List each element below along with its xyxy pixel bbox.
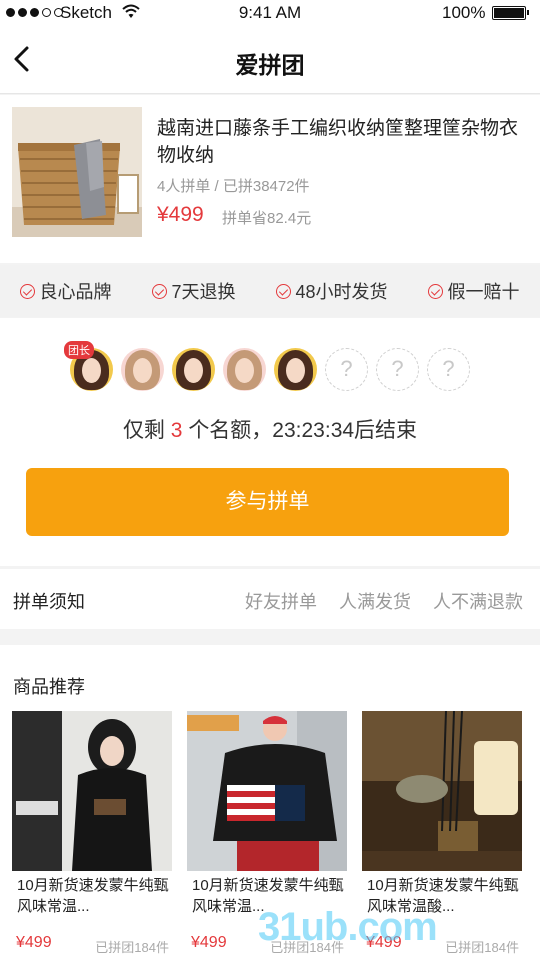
rule-item: 好友拼单 (245, 592, 317, 612)
rules-items: 好友拼单 人满发货 人不满退款 (245, 588, 523, 614)
check-circle-icon (20, 283, 36, 299)
navigation-bar: 爱拼团 (0, 26, 540, 94)
group-saving: 拼单省82.4元 (222, 210, 312, 227)
group-buy-info: 4人拼单 / 已拼38472件 (157, 178, 310, 195)
member-avatars: 团长 ? ? ? (64, 341, 470, 391)
group-buy-section: 团长 ? ? ? 仅剩 3 个名额，23:23:34后结束 参与拼单 (0, 318, 540, 566)
product-thumbnail[interactable] (362, 711, 522, 871)
guarantee-item: 假一赔十 (428, 278, 519, 304)
empty-slot-icon: ? (325, 348, 368, 391)
join-group-button[interactable]: 参与拼单 (26, 468, 509, 536)
check-circle-icon (152, 283, 168, 299)
status-bar: Sketch 9:41 AM 100% (0, 0, 540, 26)
avatar[interactable] (223, 348, 266, 391)
product-thumbnail[interactable] (12, 711, 172, 871)
page-title: 爱拼团 (235, 52, 305, 78)
remaining-slots-text: 仅剩 3 个名额，23:23:34后结束 (122, 419, 418, 442)
avatar[interactable] (172, 348, 215, 391)
check-circle-icon (428, 283, 444, 299)
battery-icon (492, 6, 529, 20)
service-guarantees: 良心品牌 7天退换 48小时发货 假一赔十 (0, 265, 540, 317)
battery-percent: 100% (442, 3, 486, 22)
recommended-product-sold: 已拼团184件 (95, 940, 169, 955)
rules-label: 拼单须知 (13, 592, 85, 612)
check-circle-icon (276, 283, 292, 299)
avatar[interactable] (121, 348, 164, 391)
recommended-product-price: ¥499 (16, 934, 52, 951)
avatar[interactable] (274, 348, 317, 391)
recommended-product-sold: 已拼团184件 (445, 940, 519, 955)
product-thumbnail[interactable] (187, 711, 347, 871)
group-rules-row[interactable]: 拼单须知 好友拼单 人满发货 人不满退款 (0, 569, 540, 629)
recommended-product-name: 10月新货速发蒙牛纯甄风味常温... (17, 877, 169, 915)
watermark: 31ub.com (258, 905, 438, 949)
rule-item: 人满发货 (339, 592, 411, 612)
recommended-product-price: ¥499 (191, 934, 227, 951)
leader-badge: 团长 (64, 341, 94, 359)
guarantee-item: 7天退换 (152, 278, 235, 304)
recommended-product-card[interactable]: 10月新货速发蒙牛纯甄风味常温... ¥499 已拼团184件 (12, 711, 172, 960)
product-summary[interactable]: 越南进口藤条手工编织收纳筐整理筐杂物衣物收纳 4人拼单 / 已拼38472件 ¥… (0, 95, 540, 263)
basket-illustration (12, 107, 142, 237)
guarantee-item: 良心品牌 (20, 278, 111, 304)
product-price: ¥499 (157, 203, 204, 226)
rule-item: 人不满退款 (433, 592, 523, 612)
empty-slot-icon: ? (427, 348, 470, 391)
product-name[interactable]: 越南进口藤条手工编织收纳筐整理筐杂物衣物收纳 (157, 115, 527, 169)
avatar[interactable]: 团长 (64, 341, 113, 391)
recommendations-title: 商品推荐 (13, 677, 85, 697)
empty-slot-icon: ? (376, 348, 419, 391)
remaining-count: 3 (170, 419, 183, 442)
product-image[interactable] (12, 107, 142, 237)
guarantee-item: 48小时发货 (276, 278, 388, 304)
